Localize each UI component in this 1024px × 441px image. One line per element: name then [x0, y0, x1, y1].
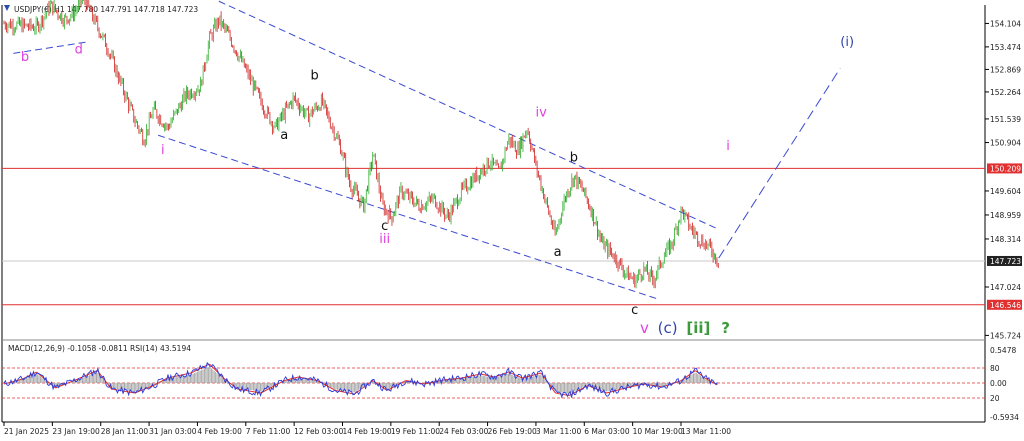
y-tick-label: 148.314 — [990, 235, 1021, 244]
sub-y-tick-label: 20 — [990, 394, 1000, 403]
x-tick-label: 3 Mar 11:00 — [536, 427, 582, 436]
wave-label: c — [631, 303, 638, 318]
sub-y-tick-label: 0.00 — [990, 379, 1007, 388]
question-mark: ? — [721, 319, 730, 337]
x-tick-label: 6 Mar 03:00 — [584, 427, 630, 436]
y-tick-label: 153.474 — [990, 43, 1021, 52]
wave-v-label: v — [640, 319, 649, 337]
wave-label: a — [280, 128, 288, 143]
y-tick-label: 147.723 — [990, 257, 1021, 266]
y-tick-label: 154.104 — [990, 19, 1021, 28]
indicator-header: MACD(12,26,9) -0.1058 -0.0811 RSI(14) 43… — [8, 344, 191, 353]
wave-count-bottom: v (c) [ii] ? — [640, 319, 730, 337]
x-tick-label: 21 Jan 2025 — [4, 427, 49, 436]
wave-c-label: (c) — [658, 319, 678, 337]
indicator-subwindow: 0.5478 80 0.00 20 -0.5934 — [2, 346, 1019, 422]
x-tick-label: 13 Mar 11:00 — [681, 427, 731, 436]
price-axis: 154.104 153.474 152.869 152.264 151.539 150.9… — [985, 19, 1022, 340]
y-tick-label: 149.604 — [990, 187, 1021, 196]
wave-ii-label: [ii] — [686, 319, 710, 337]
rsi-line — [3, 361, 718, 399]
projection-line — [718, 67, 841, 259]
wave-label: (i) — [840, 35, 854, 50]
y-tick-label: 152.869 — [990, 65, 1021, 74]
sub-y-tick-label: 80 — [990, 364, 1000, 373]
x-tick-label: 23 Jan 19:00 — [52, 427, 100, 436]
x-tick-label: 7 Feb 11:00 — [246, 427, 291, 436]
wave-label: b — [570, 150, 578, 165]
price-chart: USDJPY(€),H1 147.780 147.791 147.718 147… — [1, 0, 1022, 436]
x-tick-label: 4 Feb 19:00 — [197, 427, 242, 436]
wave-label: b — [21, 50, 29, 65]
y-tick-label: 150.209 — [990, 164, 1021, 173]
sub-y-tick-label: 0.5478 — [990, 346, 1016, 355]
sub-y-tick-label: -0.5934 — [990, 413, 1019, 422]
x-tick-label: 14 Feb 19:00 — [343, 427, 392, 436]
y-tick-label: 147.024 — [990, 283, 1021, 292]
horizontal-levels — [2, 167, 985, 306]
x-tick-label: 19 Feb 11:00 — [391, 427, 440, 436]
time-axis: 21 Jan 2025 23 Jan 19:00 28 Jan 11:00 31 Ja… — [3, 422, 731, 436]
x-tick-label: 10 Mar 19:00 — [633, 427, 683, 436]
channel-line — [158, 134, 659, 300]
price-series — [3, 0, 719, 289]
x-tick-label: 28 Jan 11:00 — [101, 427, 149, 436]
wave-labels: b diabciiiivbaci(i) — [21, 35, 854, 318]
y-tick-label: 148.959 — [990, 211, 1021, 220]
wave-label: d — [75, 42, 83, 57]
y-tick-label: 152.264 — [990, 88, 1021, 97]
chart-header: USDJPY(€),H1 147.780 147.791 147.718 147… — [14, 5, 198, 14]
chart-menu-icon[interactable] — [4, 5, 10, 11]
wave-label: iv — [536, 106, 548, 121]
x-tick-label: 24 Feb 03:00 — [439, 427, 488, 436]
x-tick-label: 31 Jan 03:00 — [149, 427, 197, 436]
wave-label: b — [311, 68, 319, 83]
y-tick-label: 151.539 — [990, 115, 1021, 124]
y-tick-label: 150.904 — [990, 139, 1021, 148]
wave-label: a — [554, 245, 562, 260]
wave-label: i — [726, 139, 730, 154]
y-tick-label: 146.546 — [990, 301, 1021, 310]
y-tick-label: 145.724 — [990, 331, 1021, 340]
plot-frame — [1, 5, 986, 423]
x-tick-label: 12 Feb 03:00 — [294, 427, 343, 436]
wave-label: i — [161, 143, 165, 158]
trend-channel — [13, 0, 841, 300]
wave-label: iii — [379, 232, 390, 247]
x-tick-label: 26 Feb 19:00 — [488, 427, 537, 436]
